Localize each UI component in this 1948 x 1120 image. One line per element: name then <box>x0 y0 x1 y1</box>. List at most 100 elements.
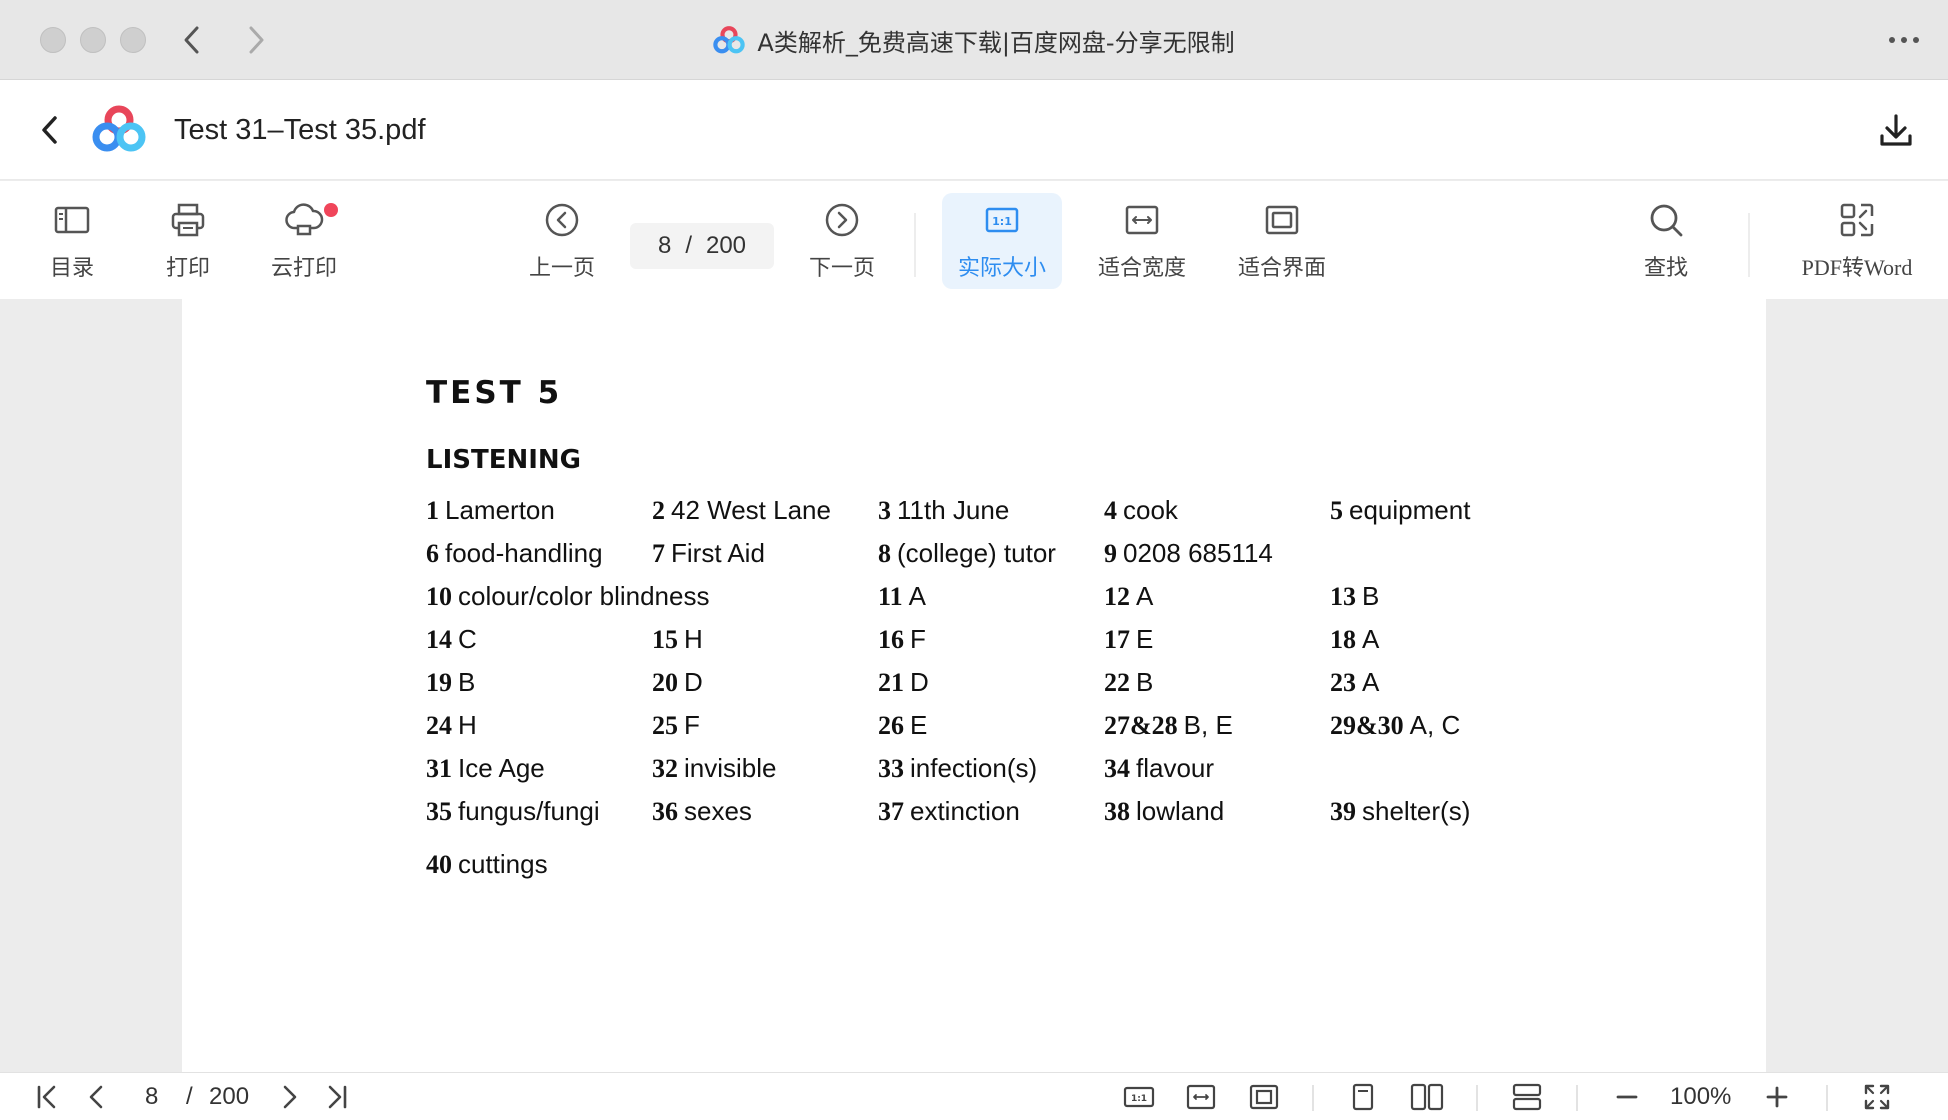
print-button[interactable]: 打印 <box>146 193 230 289</box>
current-page-input[interactable]: 8 <box>658 232 671 260</box>
status-fit-width-button[interactable] <box>1184 1080 1218 1114</box>
answer-text: shelter(s) <box>1362 796 1471 826</box>
question-number: 40 <box>426 850 452 879</box>
notification-badge <box>324 203 338 217</box>
statusbar-divider <box>1312 1085 1314 1111</box>
answer-text: A <box>1362 624 1380 654</box>
answer-cell: 15 H <box>652 624 878 655</box>
prev-page-button[interactable]: 上一页 <box>516 193 608 289</box>
document-viewer[interactable]: TEST 5 LISTENING 1 Lamerton 2 42 West Lane 3… <box>0 299 1948 1072</box>
answer-cell: 17 E <box>1104 624 1330 655</box>
answer-cell: 27&28 B, E <box>1104 710 1330 741</box>
pdf-to-word-button[interactable]: PDF转Word <box>1782 193 1932 289</box>
fit-width-icon <box>1125 205 1159 235</box>
print-label: 打印 <box>165 256 210 281</box>
question-number: 14 <box>426 625 452 654</box>
answer-cell: 32 invisible <box>652 753 878 784</box>
baidu-netdisk-logo <box>713 26 746 54</box>
search-label: 查找 <box>1643 256 1688 281</box>
answer-cell: 1 Lamerton <box>426 495 652 526</box>
zoom-out-icon <box>1616 1095 1638 1099</box>
continuous-scroll-icon <box>1512 1083 1542 1111</box>
answer-row: 1 Lamerton 2 42 West Lane 3 11th June 4 cook 5 eq… <box>426 489 1556 532</box>
actual-size-button[interactable]: 1:1 实际大小 <box>942 193 1062 289</box>
answer-text: lowland <box>1136 796 1225 826</box>
toc-button[interactable]: 目录 <box>30 193 114 289</box>
window-titlebar: A类解析_免费高速下载|百度网盘-分享无限制 <box>0 0 1948 80</box>
next-page-small-button[interactable] <box>272 1080 306 1114</box>
answer-cell: 25 F <box>652 710 878 741</box>
answer-text: B <box>1362 581 1380 611</box>
first-page-button[interactable] <box>30 1080 64 1114</box>
circle-chevron-right-icon <box>825 203 859 237</box>
answer-cell: 19 B <box>426 667 652 698</box>
question-number: 8 <box>878 539 891 568</box>
question-number: 37 <box>878 797 904 826</box>
two-page-button[interactable] <box>1410 1080 1444 1114</box>
zoom-level[interactable]: 100% <box>1670 1073 1731 1120</box>
single-page-button[interactable] <box>1346 1080 1380 1114</box>
search-button[interactable]: 查找 <box>1624 193 1708 289</box>
question-number: 36 <box>652 797 678 826</box>
answer-cell: 24 H <box>426 710 652 741</box>
fit-page-icon <box>1265 205 1299 235</box>
continuous-scroll-button[interactable] <box>1510 1080 1544 1114</box>
zoom-out-button[interactable] <box>1610 1080 1644 1114</box>
question-number: 10 <box>426 582 452 611</box>
question-number: 31 <box>426 754 452 783</box>
answer-cell: 33 infection(s) <box>878 753 1104 784</box>
more-button[interactable] <box>1882 20 1926 60</box>
answer-text: F <box>684 710 700 740</box>
statusbar-divider <box>1576 1085 1578 1111</box>
answer-text: B <box>458 667 476 697</box>
last-page-button[interactable] <box>320 1080 354 1114</box>
zoom-in-button[interactable] <box>1760 1080 1794 1114</box>
answer-cell: 14 C <box>426 624 652 655</box>
download-button[interactable] <box>1874 108 1918 152</box>
next-page-button[interactable]: 下一页 <box>796 193 888 289</box>
sidebar-toc-icon <box>54 206 90 234</box>
printer-icon <box>171 203 205 237</box>
prev-page-small-button[interactable] <box>80 1080 114 1114</box>
fit-width-button[interactable]: 适合宽度 <box>1090 193 1194 289</box>
back-button[interactable] <box>30 110 70 150</box>
answer-row: 19 B 20 D 21 D 22 B 23 A <box>426 661 1556 704</box>
toc-label: 目录 <box>49 256 94 281</box>
zoom-in-icon <box>1766 1086 1788 1108</box>
question-number: 11 <box>878 582 903 611</box>
fit-page-icon <box>1249 1084 1279 1110</box>
page-separator: / <box>685 232 692 259</box>
page-number-box[interactable]: 8 / 200 <box>630 223 774 269</box>
two-page-icon <box>1410 1083 1444 1111</box>
actual-size-label: 实际大小 <box>957 256 1046 281</box>
question-number: 7 <box>652 539 665 568</box>
answer-cell: 31 Ice Age <box>426 753 652 784</box>
answer-text: 0208 685114 <box>1123 538 1273 568</box>
svg-text:1:1: 1:1 <box>1131 1094 1147 1104</box>
answer-row: 24 H 25 F 26 E 27&28 B, E 29&30 A, C <box>426 704 1556 747</box>
fit-width-label: 适合宽度 <box>1097 256 1186 281</box>
fit-page-button[interactable]: 适合界面 <box>1230 193 1334 289</box>
fullscreen-icon <box>1864 1084 1890 1110</box>
answer-cell: 12 A <box>1104 581 1330 612</box>
status-current-page[interactable]: 8 <box>145 1073 158 1120</box>
prev-page-label: 上一页 <box>528 256 595 281</box>
fullscreen-button[interactable] <box>1860 1080 1894 1114</box>
answer-text: F <box>910 624 926 654</box>
answer-text: Ice Age <box>458 753 545 783</box>
answer-cell: 29&30 A, C <box>1330 710 1556 741</box>
pdf-to-word-label: PDF转Word <box>1801 255 1913 280</box>
question-number: 21 <box>878 668 904 697</box>
answer-text: 42 West Lane <box>671 495 831 525</box>
question-number: 17 <box>1104 625 1130 654</box>
answer-row: 31 Ice Age 32 invisible 33 infection(s) 34 flav… <box>426 747 1556 790</box>
status-actual-size-button[interactable]: 1:1 <box>1122 1080 1156 1114</box>
question-number: 6 <box>426 539 439 568</box>
pdf-page: TEST 5 LISTENING 1 Lamerton 2 42 West Lane 3… <box>182 299 1766 1072</box>
answer-text: B <box>1136 667 1154 697</box>
status-fit-page-button[interactable] <box>1247 1080 1281 1114</box>
question-number: 39 <box>1330 797 1356 826</box>
answer-cell: 35 fungus/fungi <box>426 796 652 827</box>
cloud-print-button[interactable]: 云打印 <box>258 193 350 289</box>
answer-cell: 2 42 West Lane <box>652 495 878 526</box>
